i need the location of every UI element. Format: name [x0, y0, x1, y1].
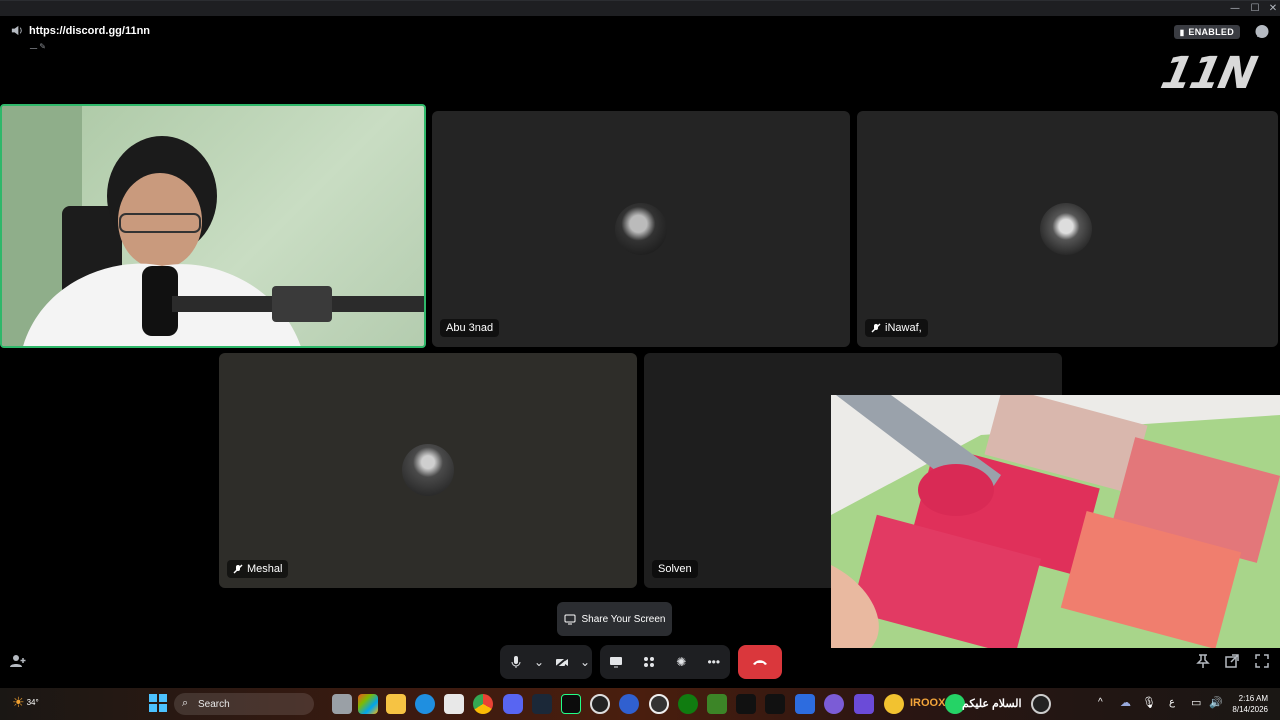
task-view-icon[interactable]	[332, 694, 352, 714]
chrome-icon[interactable]	[473, 694, 493, 714]
app-icon[interactable]	[736, 694, 756, 714]
share-screen-label: Share Your Screen	[581, 613, 666, 625]
more-icon[interactable]: •••	[698, 646, 730, 678]
pin-icon[interactable]	[1196, 654, 1210, 673]
participant-tile-abu-3nad[interactable]: Abu 3nad	[432, 111, 850, 347]
weather-icon: ☀	[12, 694, 25, 710]
copilot-icon[interactable]	[358, 694, 378, 714]
app-icon[interactable]	[1031, 694, 1051, 714]
window-title-bar: — ☐ ✕	[0, 0, 1280, 16]
start-icon[interactable]	[149, 694, 167, 717]
participant-name-tag: Solven	[652, 560, 698, 578]
video-overlay	[831, 395, 1280, 648]
pencil-icon[interactable]: ✎	[39, 42, 46, 51]
store-icon[interactable]	[444, 694, 464, 714]
badge-label: ENABLED	[1188, 27, 1234, 37]
search-icon: ⌕	[182, 697, 189, 709]
participant-name: Solven	[658, 563, 692, 575]
add-user-icon[interactable]	[10, 654, 26, 673]
participant-name-tag: iNawaf,	[865, 319, 928, 337]
badge-icon: ▮	[1179, 27, 1185, 37]
arabic-window-title[interactable]: السلام عليكم	[962, 697, 1022, 710]
minimize-icon[interactable]: —	[1226, 2, 1244, 16]
clock-date: 8/14/2026	[1232, 705, 1268, 714]
app-icon[interactable]	[854, 694, 874, 714]
weather-temp: 34°	[26, 698, 39, 707]
chevron-down-icon[interactable]: ⌄	[578, 646, 592, 678]
chat-icon[interactable]	[1254, 24, 1270, 40]
chevron-down-icon[interactable]: ⌄	[532, 646, 546, 678]
camera-off-icon[interactable]	[546, 646, 578, 678]
windows-taskbar: ☀ 34° ⌕ Search IROOX السلام عليكم ^ ☁ 🎙 …	[0, 688, 1280, 720]
xbox-icon[interactable]	[678, 694, 698, 714]
clock-time: 2:16 AM	[1238, 694, 1268, 703]
mic-muted-icon	[233, 564, 243, 574]
hangup-button[interactable]	[738, 645, 782, 679]
app-icon[interactable]	[649, 694, 669, 714]
hangup-icon	[753, 660, 767, 665]
avatar	[1040, 203, 1092, 255]
audio-video-controls: ⌄ ⌄	[500, 645, 592, 679]
speaker-icon	[11, 25, 22, 36]
volume-icon[interactable]: 🔊	[1209, 696, 1223, 709]
avatar	[402, 444, 454, 496]
screen-share-icon[interactable]	[600, 646, 632, 678]
share-screen-button[interactable]: Share Your Screen	[557, 602, 672, 636]
participant-name-tag: Meshal	[227, 560, 289, 578]
enabled-badge: ▮ ENABLED	[1173, 25, 1240, 39]
weather-widget[interactable]: ☀ 34°	[12, 694, 39, 711]
taskbar-clock[interactable]: 2:16 AM 8/14/2026	[1232, 693, 1268, 715]
app-icon[interactable]	[795, 694, 815, 714]
file-explorer-icon[interactable]	[386, 694, 406, 714]
popout-icon[interactable]	[1225, 654, 1239, 673]
mic-muted-icon	[871, 323, 881, 333]
app-icon[interactable]	[765, 694, 785, 714]
app-icon[interactable]	[884, 694, 904, 714]
minecraft-icon[interactable]	[707, 694, 727, 714]
participant-name-tag: Abu 3nad	[440, 319, 500, 337]
language-indicator[interactable]: ع	[1169, 697, 1175, 708]
participant-name: iNawaf,	[885, 322, 922, 334]
avatar	[615, 203, 667, 255]
participant-name: Abu 3nad	[446, 322, 494, 334]
edge-icon[interactable]	[415, 694, 435, 714]
discord-icon[interactable]	[503, 694, 523, 714]
ea-icon[interactable]	[619, 694, 639, 714]
close-icon[interactable]: ✕	[1264, 2, 1280, 16]
soundboard-icon[interactable]: ✺	[665, 646, 697, 678]
mic-tray-icon[interactable]: 🎙	[1142, 696, 1156, 709]
activity-controls: ✺ •••	[600, 645, 730, 679]
participant-name: Meshal	[247, 563, 283, 575]
activities-icon[interactable]	[633, 646, 665, 678]
mic-icon[interactable]	[500, 646, 532, 678]
iroox-label[interactable]: IROOX	[910, 697, 945, 709]
overlay-video-frame	[831, 395, 1280, 648]
participant-tile-meshal[interactable]: Meshal	[219, 353, 637, 588]
brand-logo: 11N	[1156, 48, 1260, 99]
search-placeholder: Search	[198, 698, 230, 710]
app-icon[interactable]	[590, 694, 610, 714]
maximize-icon[interactable]: ☐	[1246, 2, 1264, 16]
status-text: ـــ	[30, 42, 38, 51]
server-link[interactable]: https://discord.gg/11nn	[29, 25, 150, 37]
steam-icon[interactable]	[532, 694, 552, 714]
cloud-icon[interactable]: ☁	[1120, 696, 1131, 709]
app-icon[interactable]	[561, 694, 581, 714]
display-icon[interactable]: ▭	[1191, 696, 1201, 709]
voice-channel-header: https://discord.gg/11nn	[10, 24, 150, 37]
participant-tile-inawaf[interactable]: iNawaf,	[857, 111, 1278, 347]
app-icon[interactable]	[824, 694, 844, 714]
fullscreen-icon[interactable]	[1255, 654, 1269, 673]
screen-share-icon	[564, 614, 576, 624]
chevron-up-icon[interactable]: ^	[1098, 697, 1103, 708]
taskbar-search[interactable]: ⌕ Search	[174, 693, 314, 715]
camera-feed	[2, 106, 424, 346]
channel-status: ـــ ✎	[30, 42, 46, 51]
camera-tile-self[interactable]	[0, 104, 426, 348]
